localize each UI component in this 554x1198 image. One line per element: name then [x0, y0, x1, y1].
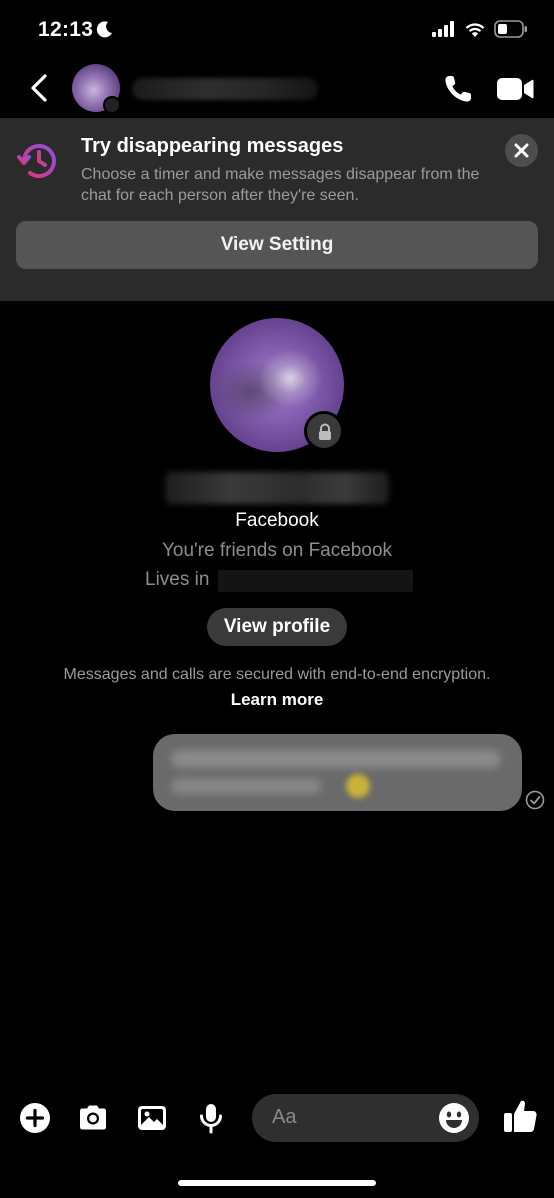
status-time: 12:13: [38, 18, 94, 41]
learn-more-link[interactable]: Learn more: [0, 690, 554, 710]
plus-icon[interactable]: [18, 1101, 52, 1135]
message-text-redacted: [171, 750, 501, 768]
profile-lock-badge: [304, 411, 344, 451]
back-chevron-icon[interactable]: [26, 72, 52, 104]
disappearing-messages-banner: Try disappearing messages Choose a timer…: [0, 118, 554, 301]
banner-title: Try disappearing messages: [81, 135, 344, 157]
lock-badge-icon: [103, 96, 121, 114]
view-setting-button[interactable]: View Setting: [16, 221, 538, 269]
emoji-icon[interactable]: [438, 1102, 470, 1134]
disappearing-timer-icon: [17, 144, 56, 178]
battery-icon: [494, 20, 527, 38]
view-profile-button[interactable]: View profile: [207, 608, 347, 646]
chat-header: [0, 58, 554, 118]
message-input-placeholder: Aa: [272, 1106, 297, 1128]
microphone-icon[interactable]: [194, 1101, 228, 1135]
profile-source: Facebook: [235, 510, 319, 531]
encryption-notice: Messages and calls are secured with end-…: [63, 666, 491, 683]
contact-name-redacted[interactable]: [132, 78, 318, 100]
sent-check-icon: [525, 790, 545, 810]
status-bar: 12:13: [0, 0, 554, 58]
message-emoji-redacted: [346, 774, 370, 798]
gallery-icon[interactable]: [135, 1101, 169, 1135]
banner-close-button[interactable]: [505, 134, 538, 167]
phone-icon[interactable]: [442, 73, 474, 105]
moon-icon: [96, 21, 112, 38]
thumbs-up-icon[interactable]: [502, 1098, 538, 1134]
camera-icon[interactable]: [76, 1101, 110, 1135]
lives-in-value-redacted: [218, 570, 413, 592]
wifi-icon: [465, 23, 485, 37]
home-indicator[interactable]: [178, 1180, 376, 1186]
friends-status: You're friends on Facebook: [161, 540, 393, 561]
message-input[interactable]: Aa: [252, 1094, 479, 1142]
lock-icon: [319, 423, 331, 440]
sent-message-bubble[interactable]: [153, 734, 522, 811]
message-composer: Aa: [0, 1088, 554, 1148]
message-text-redacted: [171, 778, 321, 794]
video-camera-icon[interactable]: [496, 76, 534, 102]
lives-in-label: Lives in: [145, 569, 210, 590]
close-icon: [514, 143, 529, 158]
cellular-signal-icon: [432, 21, 454, 37]
banner-description: Choose a timer and make messages disappe…: [81, 166, 480, 204]
profile-name-redacted: [165, 472, 389, 504]
